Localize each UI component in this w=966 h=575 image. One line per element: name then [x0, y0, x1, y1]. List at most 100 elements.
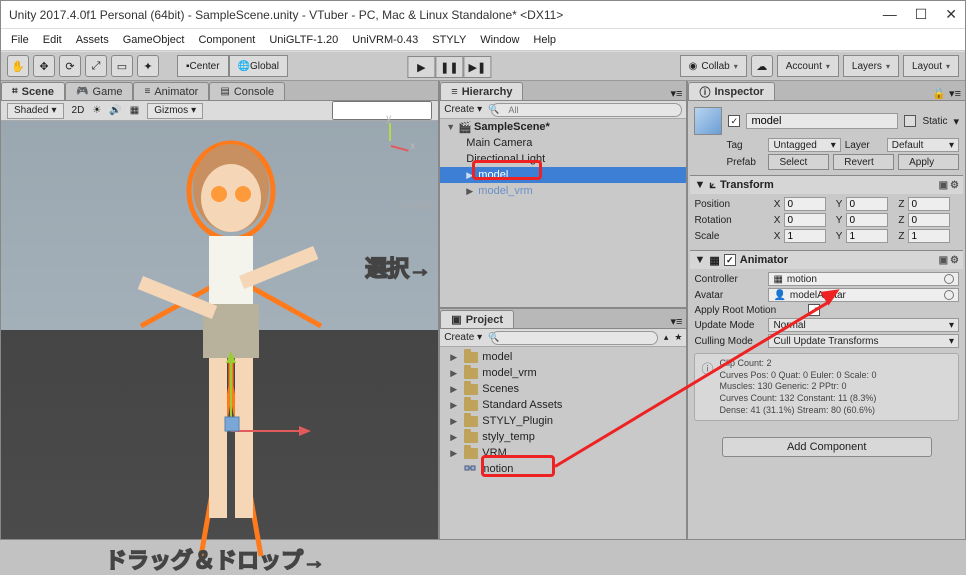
prefab-select-button[interactable]: Select — [768, 154, 829, 170]
rot-y[interactable] — [846, 213, 888, 227]
lighting-toggle[interactable]: ☀ — [92, 105, 101, 116]
layers-dropdown[interactable]: Layers ▾ — [843, 55, 899, 77]
minimize-button[interactable]: — — [883, 6, 897, 23]
step-button[interactable]: ▶❚ — [463, 56, 491, 78]
project-asset-motion[interactable]: motion — [440, 461, 686, 477]
prefab-apply-button[interactable]: Apply — [898, 154, 959, 170]
menu-file[interactable]: File — [11, 34, 29, 46]
gameobject-name-field[interactable] — [746, 113, 898, 129]
avatar-field[interactable]: 👤modelAvatar — [768, 288, 959, 302]
pos-y[interactable] — [846, 197, 888, 211]
menu-component[interactable]: Component — [198, 34, 255, 46]
main-toolbar: ✋ ✥ ⟳ ⤢ ▭ ✦ ▪ Center 🌐 Global ▶ ❚❚ ▶❚ ◉ … — [1, 51, 965, 81]
pos-z[interactable] — [908, 197, 950, 211]
scale-z[interactable] — [908, 229, 950, 243]
hierarchy-model-vrm[interactable]: ▶model_vrm — [440, 183, 686, 199]
animator-header[interactable]: ▼▦✓Animator▣ ⚙ — [690, 251, 963, 269]
avatar-icon: 👤 — [773, 290, 785, 301]
axis-gizmo[interactable]: y x — [366, 121, 414, 169]
tag-dropdown[interactable]: Untagged▾ — [768, 138, 840, 152]
project-search[interactable] — [491, 331, 658, 345]
pivot-center[interactable]: ▪ Center — [177, 55, 229, 77]
animator-enabled-checkbox[interactable]: ✓ — [724, 254, 736, 266]
scene-search[interactable] — [332, 101, 432, 120]
gear-icon[interactable]: ⚙ — [950, 180, 959, 191]
favorites-icon[interactable]: ★ — [674, 332, 682, 343]
culling-mode-dropdown[interactable]: Cull Update Transforms▾ — [768, 334, 959, 348]
pause-button[interactable]: ❚❚ — [435, 56, 463, 78]
static-dropdown[interactable]: ▾ — [953, 115, 959, 128]
project-folder-styly-temp[interactable]: ▶styly_temp — [440, 429, 686, 445]
tab-console[interactable]: ▤Console — [209, 82, 285, 100]
menu-unigltf[interactable]: UniGLTF-1.20 — [269, 34, 338, 46]
rot-z[interactable] — [908, 213, 950, 227]
scene-view[interactable]: y x ≡ Front — [1, 121, 438, 539]
help-icon[interactable]: ▣ — [939, 180, 948, 191]
prefab-revert-button[interactable]: Revert — [833, 154, 894, 170]
project-folder-model[interactable]: ▶model — [440, 349, 686, 365]
gizmos-dropdown[interactable]: Gizmos ▾ — [147, 103, 203, 119]
hierarchy-scene[interactable]: ▼🎬 SampleScene* — [440, 119, 686, 135]
rot-x[interactable] — [784, 213, 826, 227]
controller-field[interactable]: ▦motion — [768, 272, 959, 286]
menu-univrm[interactable]: UniVRM-0.43 — [352, 34, 418, 46]
menu-edit[interactable]: Edit — [43, 34, 62, 46]
menu-styly[interactable]: STYLY — [432, 34, 466, 46]
transform-header[interactable]: ▼⟀Transform▣ ⚙ — [690, 176, 963, 194]
tab-project[interactable]: ▣ Project — [440, 310, 514, 328]
tab-animator[interactable]: ≡Animator — [133, 82, 209, 100]
static-checkbox[interactable] — [904, 115, 916, 127]
tab-inspector[interactable]: ⓘ Inspector — [688, 82, 775, 100]
tab-hierarchy[interactable]: ≡ Hierarchy — [440, 82, 523, 100]
project-folder-styly-plugin[interactable]: ▶STYLY_Plugin — [440, 413, 686, 429]
rotate-tool[interactable]: ⟳ — [59, 55, 81, 77]
hand-tool[interactable]: ✋ — [7, 55, 29, 77]
rect-tool[interactable]: ▭ — [111, 55, 133, 77]
project-folder-scenes[interactable]: ▶Scenes — [440, 381, 686, 397]
close-button[interactable]: ✕ — [945, 6, 957, 23]
scale-x[interactable] — [784, 229, 826, 243]
move-gizmo[interactable] — [201, 341, 321, 461]
project-create-dropdown[interactable]: Create ▾ — [444, 332, 482, 343]
scale-y[interactable] — [846, 229, 888, 243]
object-picker-icon[interactable] — [944, 274, 954, 284]
hierarchy-main-camera[interactable]: Main Camera — [440, 135, 686, 151]
scale-tool[interactable]: ⤢ — [85, 55, 107, 77]
project-folder-model-vrm[interactable]: ▶model_vrm — [440, 365, 686, 381]
inspector-lock-icon[interactable]: 🔒 ▾≡ — [928, 87, 965, 100]
play-button[interactable]: ▶ — [407, 56, 435, 78]
hierarchy-search[interactable] — [491, 103, 682, 117]
tab-scene[interactable]: ⌗Scene — [1, 82, 65, 100]
menu-assets[interactable]: Assets — [76, 34, 109, 46]
collab-dropdown[interactable]: ◉ Collab ▾ — [680, 55, 747, 77]
cloud-button[interactable]: ☁ — [751, 55, 773, 77]
add-component-button[interactable]: Add Component — [722, 437, 932, 457]
hierarchy-create-dropdown[interactable]: Create ▾ — [444, 104, 482, 115]
account-dropdown[interactable]: Account ▾ — [777, 55, 839, 77]
pos-x[interactable] — [784, 197, 826, 211]
layout-dropdown[interactable]: Layout ▾ — [903, 55, 959, 77]
pivot-global[interactable]: 🌐 Global — [229, 55, 288, 77]
layer-label: Layer — [845, 140, 883, 151]
2d-toggle[interactable]: 2D — [72, 105, 85, 116]
help-icon[interactable]: ▣ — [939, 255, 948, 266]
object-picker-icon[interactable] — [944, 290, 954, 300]
menu-window[interactable]: Window — [480, 34, 519, 46]
audio-toggle[interactable]: 🔊 — [109, 105, 121, 116]
gear-icon[interactable]: ⚙ — [950, 255, 959, 266]
transform-tool[interactable]: ✦ — [137, 55, 159, 77]
menu-help[interactable]: Help — [533, 34, 556, 46]
maximize-button[interactable]: ☐ — [915, 6, 928, 23]
move-tool[interactable]: ✥ — [33, 55, 55, 77]
render-mode-dropdown[interactable]: Shaded ▾ — [7, 103, 64, 119]
search-icon: 🔍 — [488, 104, 499, 115]
fx-toggle[interactable]: ▦ — [130, 105, 139, 116]
annotation-box-model — [472, 160, 542, 180]
filter-icon[interactable]: ▴ — [664, 332, 669, 343]
active-checkbox[interactable]: ✓ — [728, 115, 740, 127]
menu-gameobject[interactable]: GameObject — [123, 34, 185, 46]
layer-dropdown[interactable]: Default▾ — [887, 138, 959, 152]
tab-game[interactable]: 🎮Game — [65, 82, 133, 100]
project-menu-icon[interactable]: ▾≡ — [667, 315, 687, 328]
hierarchy-menu-icon[interactable]: ▾≡ — [667, 87, 687, 100]
